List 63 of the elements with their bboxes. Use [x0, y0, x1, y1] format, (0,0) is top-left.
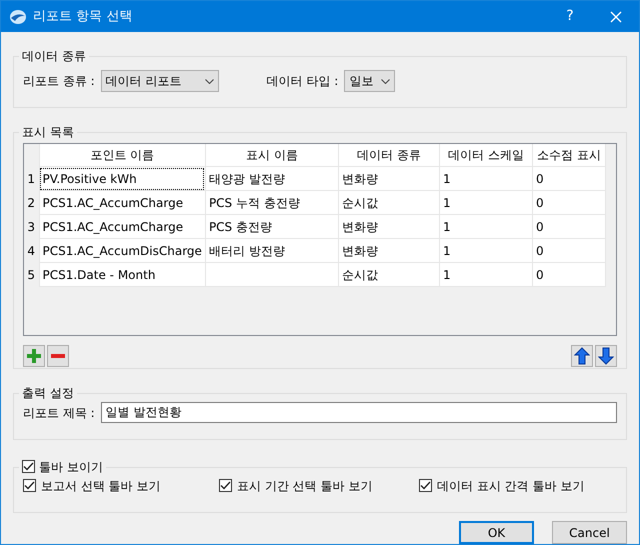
column-header[interactable]: 소수점 표시	[532, 144, 606, 167]
group-title: 데이터 종류	[22, 48, 86, 65]
chevron-icon	[204, 78, 214, 84]
checkbox[interactable]	[419, 479, 432, 492]
checkbox[interactable]	[219, 479, 232, 492]
table-cell[interactable]: 0	[532, 190, 606, 215]
dialog-button[interactable]: OK	[459, 521, 534, 544]
down-arrow-icon	[598, 346, 614, 365]
table-cell[interactable]: 순시값	[338, 190, 440, 215]
table-cell[interactable]: 변화량	[338, 238, 440, 263]
table-cell[interactable]: 배터리 방전량	[205, 238, 338, 263]
checkbox-label[interactable]: 표시 기간 선택 툴바 보기	[237, 476, 372, 495]
checkbox-label[interactable]: 툴바 보이기	[39, 458, 103, 476]
data-type-dropdown[interactable]: 일보	[344, 70, 396, 92]
table-cell[interactable]: 0	[532, 214, 606, 239]
column-header[interactable]: 포인트 이름	[39, 144, 206, 167]
close-icon	[610, 10, 622, 22]
move-down-button[interactable]	[595, 344, 617, 367]
table-cell[interactable]	[205, 262, 338, 287]
report-title-field[interactable]: 일별 발전현황	[100, 402, 617, 424]
table-cell[interactable]: 0	[532, 238, 606, 263]
table-cell[interactable]: 1	[439, 214, 532, 239]
data-type-label: 데이터 타입 :	[266, 73, 338, 90]
report-title-label: 리포트 제목 :	[23, 404, 95, 422]
table-cell[interactable]: PCS 충전량	[205, 214, 338, 239]
table-cell[interactable]: PCS1.AC_AccumCharge	[39, 214, 206, 239]
table-cell[interactable]: 1	[439, 262, 532, 287]
plus-icon	[26, 348, 42, 364]
checkbox[interactable]	[22, 460, 35, 474]
table-cell[interactable]: 0	[532, 262, 606, 287]
group-title: 출력 설정	[22, 385, 74, 402]
table-cell[interactable]: 1	[439, 190, 532, 215]
table-cell[interactable]: PCS1.Date - Month	[39, 262, 206, 287]
checkbox[interactable]	[23, 479, 36, 492]
table-cell[interactable]: PV.Positive kWh	[39, 166, 206, 191]
table-cell[interactable]: 1	[439, 238, 532, 263]
table-cell[interactable]: 0	[532, 166, 606, 191]
table-cell[interactable]: PCS 누적 충전량	[205, 190, 338, 215]
dialog-button[interactable]: Cancel	[552, 521, 627, 544]
up-arrow-icon	[574, 346, 590, 365]
move-up-button[interactable]	[571, 344, 593, 367]
remove-button[interactable]	[47, 344, 69, 367]
window-title: 리포트 항목 선택	[33, 8, 132, 26]
checkbox-label[interactable]: 보고서 선택 툴바 보기	[41, 476, 160, 495]
column-header[interactable]: 데이터 종류	[338, 144, 440, 167]
column-header[interactable]: 데이터 스케일	[439, 144, 532, 167]
table-cell[interactable]: PCS1.AC_AccumCharge	[39, 190, 206, 215]
help-button[interactable]: ?	[547, 1, 593, 32]
table-cell[interactable]: 1	[439, 166, 532, 191]
table-cell[interactable]: 순시값	[338, 262, 440, 287]
chevron-icon	[381, 78, 390, 84]
add-button[interactable]	[23, 344, 45, 367]
table-cell[interactable]: PCS1.AC_AccumDisCharge	[39, 238, 206, 263]
minus-icon	[50, 352, 66, 359]
table-cell[interactable]: 태양광 발전량	[205, 166, 338, 191]
checkbox-label[interactable]: 데이터 표시 간격 툴바 보기	[437, 476, 584, 495]
group-title: 표시 목록	[22, 124, 74, 141]
column-header[interactable]: 표시 이름	[205, 144, 338, 167]
report-type-label: 리포트 종류 :	[23, 73, 95, 90]
table-cell[interactable]: 변화량	[338, 214, 440, 239]
app-icon	[9, 8, 27, 24]
report-type-dropdown[interactable]: 데이터 리포트	[100, 70, 219, 92]
table-cell[interactable]: 변화량	[338, 166, 440, 191]
